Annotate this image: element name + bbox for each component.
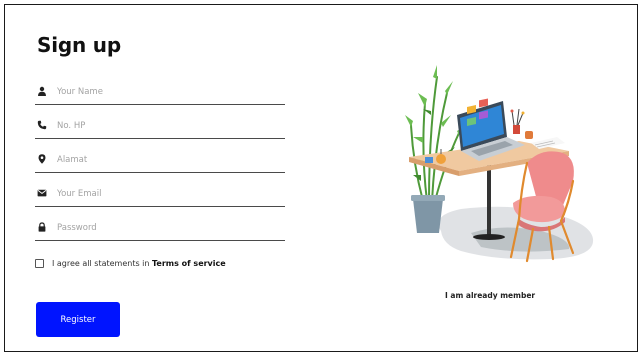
lock-icon — [38, 222, 46, 232]
location-pin-icon — [38, 154, 46, 164]
email-input[interactable] — [57, 186, 281, 202]
workspace-illustration — [405, 65, 594, 263]
terms-agreement: I agree all statements in Terms of servi… — [35, 256, 226, 270]
address-input[interactable] — [57, 152, 281, 168]
page-title: Sign up — [37, 33, 121, 57]
phone-field — [35, 118, 285, 139]
agree-checkbox[interactable] — [35, 258, 44, 268]
agree-label: I agree all statements in Terms of servi… — [52, 259, 226, 268]
already-member-link[interactable]: I am already member — [445, 291, 535, 300]
agree-text: I agree all statements in — [52, 258, 153, 268]
name-field — [35, 84, 285, 105]
password-input[interactable] — [57, 220, 281, 236]
address-field — [35, 152, 285, 173]
register-button[interactable]: Register — [36, 302, 120, 337]
phone-input[interactable] — [57, 118, 281, 134]
terms-of-service-link[interactable]: Terms of service — [152, 259, 226, 268]
password-field — [35, 220, 285, 241]
signup-card: Sign up Your Name No. HP Alamat Your Ema… — [4, 4, 638, 352]
person-icon — [38, 86, 46, 96]
name-input[interactable] — [57, 84, 281, 100]
envelope-icon — [37, 189, 47, 197]
email-field — [35, 186, 285, 207]
phone-icon — [37, 120, 47, 130]
